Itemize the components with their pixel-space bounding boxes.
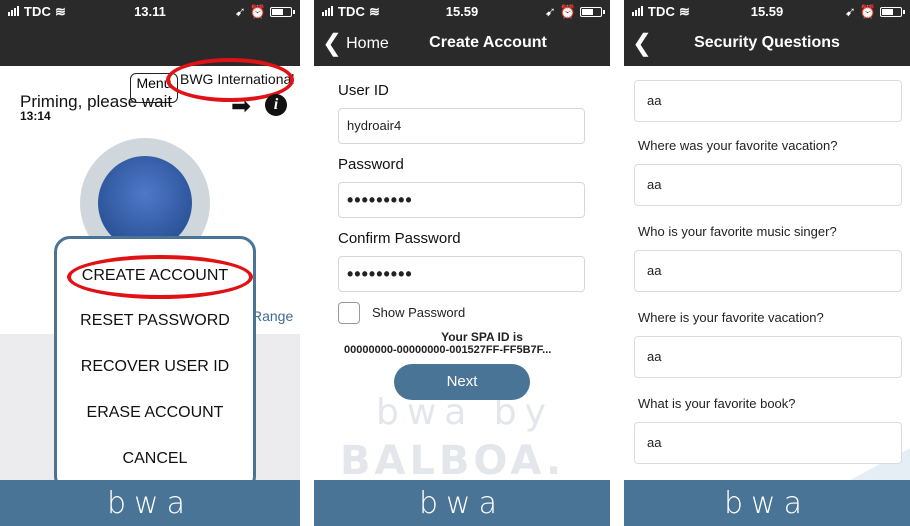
bwa-logo: bwa: [107, 485, 193, 521]
page-title: Security Questions: [694, 34, 840, 51]
recover-user-id-item[interactable]: RECOVER USER ID: [57, 358, 253, 376]
location-icon: ➹: [234, 4, 246, 19]
screen-security-questions: TDC ≋ 15.59 ➹ ⏰ ❮ Security Questions aa …: [624, 0, 910, 526]
info-icon[interactable]: i: [265, 94, 287, 116]
password-label: Password: [338, 156, 404, 173]
password-field[interactable]: •••••••••: [338, 182, 585, 218]
bottom-bar: bwa: [314, 480, 610, 526]
page-title: Create Account: [429, 34, 547, 51]
location-icon: ➹: [844, 4, 856, 19]
reset-password-item[interactable]: RESET PASSWORD: [57, 312, 253, 330]
create-account-form: User ID hydroair4 Password ••••••••• Con…: [314, 66, 610, 484]
status-right: ➹ ⏰: [234, 4, 295, 20]
next-button[interactable]: Next: [394, 364, 530, 400]
status-bar: TDC ≋ 15.59 ➹ ⏰: [624, 0, 910, 22]
nav-bar: ❮ Home Create Account: [314, 26, 610, 64]
question-label: Where is your favorite vacation?: [638, 310, 824, 325]
battery-icon: [270, 7, 295, 17]
bottom-bar: bwa: [0, 480, 300, 526]
range-label[interactable]: Range: [252, 308, 293, 324]
status-right: ➹ ⏰: [544, 4, 605, 20]
alarm-icon: ⏰: [559, 4, 576, 19]
answer-field[interactable]: aa: [634, 250, 902, 292]
chevron-left-icon: ❮: [322, 30, 343, 57]
show-password-label[interactable]: Show Password: [372, 305, 465, 320]
question-label: What is your favorite book?: [638, 396, 796, 411]
bwa-logo: bwa: [724, 485, 810, 521]
status-right: ➹ ⏰: [844, 4, 905, 20]
screen-create-account: TDC ≋ 15.59 ➹ ⏰ ❮ Home Create Account Us…: [314, 0, 610, 526]
show-password-checkbox[interactable]: [338, 302, 360, 324]
erase-account-item[interactable]: ERASE ACCOUNT: [57, 404, 253, 422]
nav-bar: ❮ Security Questions: [624, 26, 910, 64]
answer-field[interactable]: aa: [634, 80, 902, 122]
status-bar: TDC ≋ 15.59 ➹ ⏰: [314, 0, 610, 22]
bwa-logo: bwa: [419, 485, 505, 521]
alarm-icon: ⏰: [859, 4, 876, 19]
alarm-icon: ⏰: [249, 4, 266, 19]
battery-icon: [580, 7, 605, 17]
arrow-right-icon[interactable]: ➡: [231, 92, 251, 121]
answer-field[interactable]: aa: [634, 422, 902, 464]
highlight-annotation: [67, 255, 253, 299]
question-label: Who is your favorite music singer?: [638, 224, 837, 239]
question-label: Where was your favorite vacation?: [638, 138, 838, 153]
top-bar: TDC ≋ 13.11 ➹ ⏰: [0, 0, 300, 66]
answer-field[interactable]: aa: [634, 336, 902, 378]
status-bar: TDC ≋ 13.11 ➹ ⏰: [0, 0, 300, 22]
confirm-password-label: Confirm Password: [338, 230, 461, 247]
spa-id-value: 00000000-00000000-001527FF-FF5B7F...: [344, 344, 552, 356]
security-questions-list: aa Where was your favorite vacation? aa …: [624, 66, 910, 480]
spa-id-label: Your SPA ID is: [441, 330, 523, 344]
top-bar: TDC ≋ 15.59 ➹ ⏰ ❮ Home Create Account: [314, 0, 610, 66]
timer: 13:14: [20, 109, 51, 123]
main-content: Menu BWG International Priming, please w…: [0, 58, 300, 492]
cancel-item[interactable]: CANCEL: [57, 450, 253, 468]
bottom-bar: bwa: [624, 480, 910, 526]
watermark-balboa: BALBOA.: [340, 438, 566, 484]
answer-field[interactable]: aa: [634, 164, 902, 206]
location-icon: ➹: [544, 4, 556, 19]
battery-icon: [880, 7, 905, 17]
user-id-field[interactable]: hydroair4: [338, 108, 585, 144]
account-menu-popup: CREATE ACCOUNT RESET PASSWORD RECOVER US…: [54, 236, 256, 492]
screen-home: TDC ≋ 13.11 ➹ ⏰ Menu BWG International P…: [0, 0, 300, 526]
top-bar: TDC ≋ 15.59 ➹ ⏰ ❮ Security Questions: [624, 0, 910, 66]
confirm-password-field[interactable]: •••••••••: [338, 256, 585, 292]
user-id-label: User ID: [338, 82, 389, 99]
